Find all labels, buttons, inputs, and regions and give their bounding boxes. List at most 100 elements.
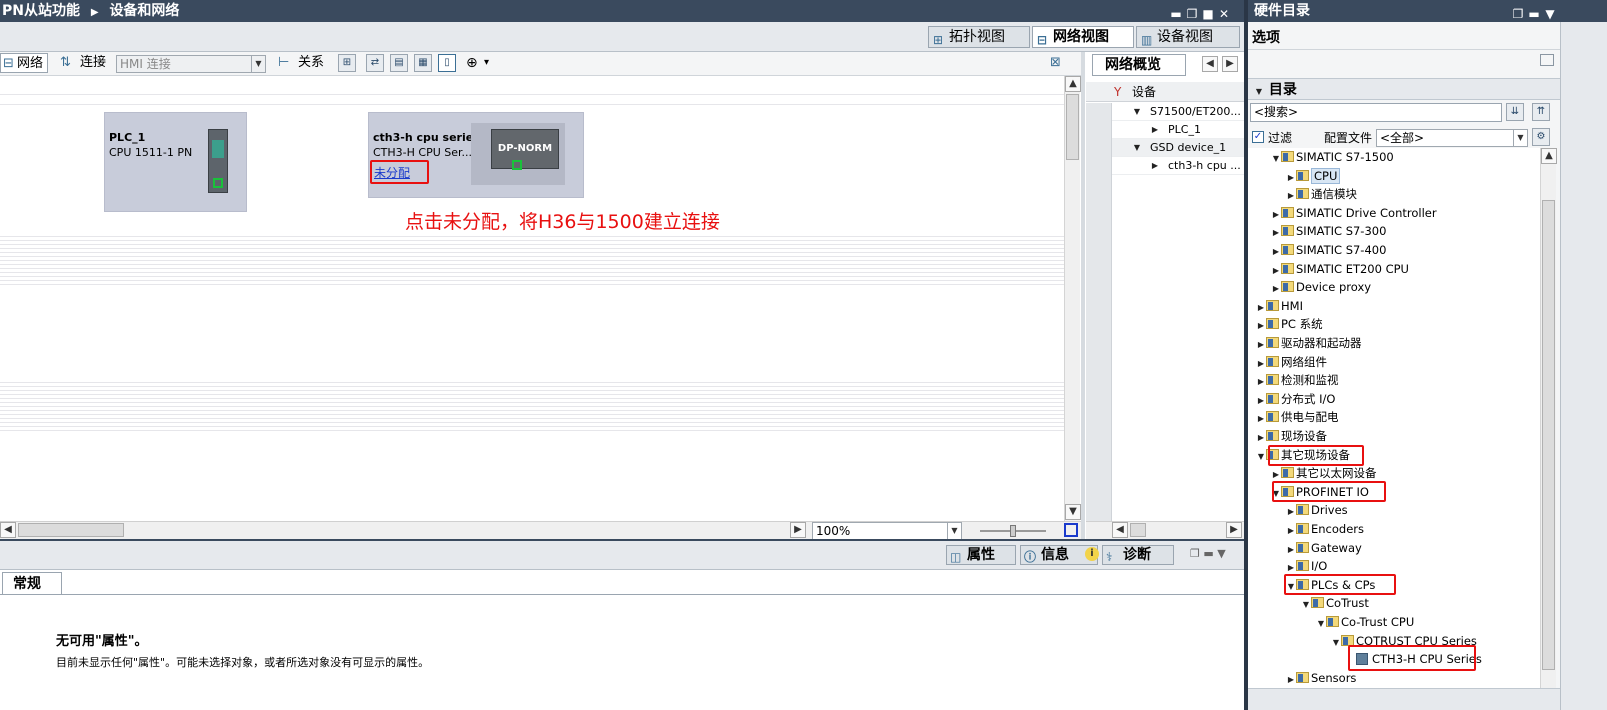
breadcrumb-page[interactable]: 设备和网络 xyxy=(109,3,179,19)
chevron-down-icon[interactable]: ▼ xyxy=(1331,634,1341,652)
catalog-tree-item[interactable]: ▶ HMI xyxy=(1256,297,1303,315)
catalog-tree-item[interactable]: ▶ Device proxy xyxy=(1271,278,1371,296)
scroll-left-icon[interactable]: ◀ xyxy=(1112,522,1128,538)
tab-general[interactable]: 常规 xyxy=(2,572,62,594)
chevron-right-icon[interactable]: ▶ xyxy=(1256,317,1266,335)
catalog-tree-item[interactable]: ▶ 现场设备 xyxy=(1256,427,1327,445)
minimize-icon[interactable]: ▬ xyxy=(1203,547,1213,560)
catalog-search-input[interactable]: <搜索> xyxy=(1250,103,1502,122)
overview-row[interactable]: ▼ S71500/ET200... xyxy=(1086,103,1244,121)
chevron-down-icon[interactable]: ▼ xyxy=(1316,615,1326,633)
chevron-down-icon[interactable]: ▼ xyxy=(1271,150,1281,168)
catalog-tree-item[interactable]: ▶ CPU xyxy=(1286,167,1341,187)
catalog-tree-item[interactable]: ▶ 供电与配电 xyxy=(1256,408,1339,426)
breadcrumb-project[interactable]: PN从站功能 xyxy=(2,3,80,19)
tab-network-view[interactable]: ⊟ 网络视图 xyxy=(1032,26,1134,48)
catalog-tree-item[interactable]: ▶ Encoders xyxy=(1286,520,1364,538)
network-mode-button[interactable]: ⊟ 网络 xyxy=(0,53,49,73)
show-io-icon[interactable]: ⇄ xyxy=(366,54,384,72)
search-up-icon[interactable]: ⇈ xyxy=(1532,103,1550,121)
catalog-tree-item[interactable]: ▶ SIMATIC Drive Controller xyxy=(1271,204,1437,222)
chevron-right-icon[interactable]: ▶ xyxy=(1271,262,1281,280)
filter-checkbox[interactable]: ✓ xyxy=(1252,131,1264,143)
scroll-thumb[interactable] xyxy=(1066,94,1079,160)
scroll-down-icon[interactable]: ▼ xyxy=(1065,504,1081,520)
network-canvas[interactable]: PLC_1 CPU 1511-1 PN cth3-h cpu series CT… xyxy=(0,76,1081,521)
catalog-tree-item[interactable]: ▼ CoTrust xyxy=(1301,594,1369,612)
device-plc-1[interactable]: PLC_1 CPU 1511-1 PN xyxy=(104,112,247,212)
chevron-down-icon[interactable]: ▼ xyxy=(1256,448,1266,466)
overview-row[interactable]: ▶ PLC_1 xyxy=(1086,121,1244,139)
zoom-tool-icon[interactable]: ⊕ xyxy=(466,53,478,73)
horizontal-scroll-thumb[interactable] xyxy=(18,523,124,537)
catalog-tree-item[interactable]: ▶ Drives xyxy=(1286,501,1348,519)
float-icon[interactable]: ❐ xyxy=(1190,547,1200,560)
chevron-down-icon[interactable]: ▼ xyxy=(1217,547,1225,560)
zoom-select[interactable]: 100% ▼ xyxy=(812,522,962,540)
catalog-tree-item[interactable]: ▶ PC 系统 xyxy=(1256,315,1323,333)
catalog-tree-item[interactable]: ▶ 分布式 I/O xyxy=(1256,390,1336,410)
catalog-tree-item[interactable]: ▶ 通信模块 xyxy=(1286,185,1357,203)
profile-select[interactable]: <全部> ▼ xyxy=(1376,129,1528,147)
profinet-port-icon[interactable] xyxy=(213,178,223,188)
chevron-right-icon[interactable]: ▶ xyxy=(1256,392,1266,410)
relation-mode-button[interactable]: ⊢ 关系 xyxy=(276,53,324,73)
tab-device-view[interactable]: ▥ 设备视图 xyxy=(1136,26,1240,48)
catalog-tree-item[interactable]: ▶ Sensors xyxy=(1286,669,1357,689)
catalog-tree-item[interactable]: ▶ 其它以太网设备 xyxy=(1271,464,1377,482)
overview-navigation-icon[interactable]: ⊠ xyxy=(1050,53,1061,73)
catalog-tree-item[interactable]: ▶ 驱动器和起动器 xyxy=(1256,334,1362,352)
overview-splitter[interactable] xyxy=(1081,52,1085,539)
tab-scroll-right-icon[interactable]: ▶ xyxy=(1222,56,1238,72)
tab-diagnostics[interactable]: ⚕ 诊断 xyxy=(1102,545,1174,565)
connection-mode-button[interactable]: ⇅ 连接 xyxy=(58,53,106,73)
connection-type-select[interactable]: HMI 连接 ▼ xyxy=(116,55,266,73)
overview-row[interactable]: ▶ cth3-h cpu ... xyxy=(1086,157,1244,175)
catalog-tree-item[interactable]: ▼ SIMATIC S7-1500 xyxy=(1271,148,1394,166)
overview-scroll-thumb[interactable] xyxy=(1130,523,1146,537)
chevron-right-icon[interactable]: ▶ xyxy=(1286,671,1296,689)
chevron-right-icon[interactable]: ▶ xyxy=(1271,206,1281,224)
chevron-right-icon[interactable]: ▶ xyxy=(1256,355,1266,373)
page-break-icon[interactable]: ▯ xyxy=(438,54,456,72)
grid-icon[interactable]: ▦ xyxy=(414,54,432,72)
catalog-tree-item[interactable]: ▶ SIMATIC S7-400 xyxy=(1271,241,1386,259)
catalog-tree-item[interactable]: ▶ SIMATIC S7-300 xyxy=(1271,222,1386,240)
catalog-tree-item[interactable]: ▶ Gateway xyxy=(1286,539,1362,557)
catalog-tree-item[interactable]: ▶ I/O xyxy=(1286,557,1327,575)
chevron-right-icon[interactable]: ▶ xyxy=(1286,522,1296,540)
overview-row[interactable]: ▼ GSD device_1 xyxy=(1086,139,1244,157)
chevron-down-icon[interactable]: ▼ xyxy=(1301,596,1311,614)
catalog-tree-item[interactable]: ▼ Co-Trust CPU xyxy=(1316,613,1414,631)
tab-info[interactable]: ⓘ 信息 i xyxy=(1020,545,1099,565)
catalog-tree-item[interactable]: ▶ 检测和监视 xyxy=(1256,371,1339,389)
profinet-port-icon[interactable] xyxy=(512,160,522,170)
directory-header[interactable]: ▼ 目录 xyxy=(1248,78,1560,100)
scroll-left-icon[interactable]: ◀ xyxy=(0,522,16,538)
chevron-right-icon[interactable]: ▶ xyxy=(1256,336,1266,354)
zoom-dropdown-icon[interactable]: ▾ xyxy=(484,53,489,73)
catalog-settings-icon[interactable]: ⚙ xyxy=(1532,128,1550,146)
chevron-right-icon[interactable]: ▶ xyxy=(1286,187,1296,205)
chevron-right-icon[interactable]: ▶ xyxy=(1286,503,1296,521)
scroll-right-icon[interactable]: ▶ xyxy=(790,522,806,538)
chevron-right-icon[interactable]: ▶ xyxy=(1271,243,1281,261)
overview-scrollbar[interactable]: ◀ ▶ xyxy=(1086,521,1244,539)
options-toggle-icon[interactable] xyxy=(1540,54,1554,66)
chevron-right-icon[interactable]: ▶ xyxy=(1256,429,1266,447)
zoom-slider[interactable] xyxy=(980,525,1046,537)
chevron-right-icon[interactable]: ▶ xyxy=(1256,299,1266,317)
chevron-right-icon[interactable]: ▶ xyxy=(1286,169,1296,187)
tab-scroll-left-icon[interactable]: ◀ xyxy=(1202,56,1218,72)
chevron-right-icon[interactable]: ▶ xyxy=(1256,373,1266,391)
catalog-tree-item[interactable]: ▶ SIMATIC ET200 CPU xyxy=(1271,260,1409,278)
filter-icon[interactable]: Y xyxy=(1114,82,1121,102)
tab-properties[interactable]: ◫ 属性 xyxy=(946,545,1016,565)
page-layout-icon[interactable]: ▤ xyxy=(390,54,408,72)
zoom-slider-handle[interactable] xyxy=(1010,525,1016,537)
canvas-vertical-scrollbar[interactable]: ▲ ▼ xyxy=(1064,76,1081,521)
chevron-right-icon[interactable]: ▶ xyxy=(1286,541,1296,559)
tab-network-overview[interactable]: 网络概览 xyxy=(1092,54,1186,76)
scroll-right-icon[interactable]: ▶ xyxy=(1226,522,1242,538)
catalog-tree-item[interactable]: ▶ 网络组件 xyxy=(1256,353,1327,371)
